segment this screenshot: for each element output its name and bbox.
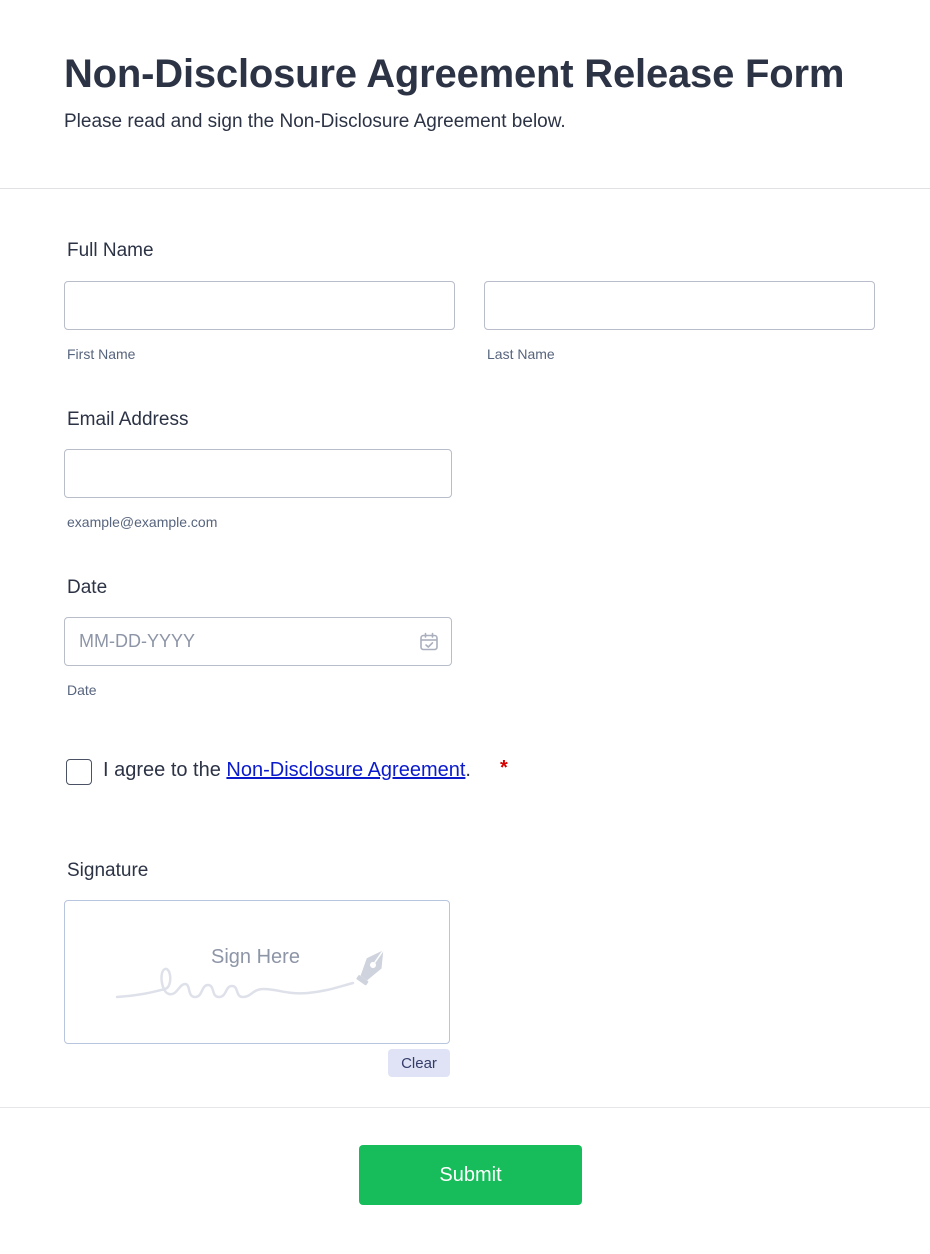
form-header: Non-Disclosure Agreement Release Form Pl…	[0, 0, 930, 189]
first-name-sublabel: First Name	[67, 346, 136, 362]
first-name-input[interactable]	[64, 281, 455, 330]
nda-link[interactable]: Non-Disclosure Agreement	[226, 759, 465, 781]
calendar-icon[interactable]	[418, 631, 440, 653]
pen-nib-icon	[356, 949, 384, 986]
submit-button[interactable]: Submit	[359, 1145, 582, 1205]
date-input[interactable]	[64, 617, 452, 666]
required-marker: *	[500, 757, 508, 779]
date-label: Date	[67, 577, 108, 598]
agree-label: I agree to the Non-Disclosure Agreement.	[103, 759, 471, 782]
agree-suffix: .	[465, 759, 471, 781]
email-input[interactable]	[64, 449, 452, 498]
last-name-sublabel: Last Name	[487, 346, 555, 362]
email-sublabel: example@example.com	[67, 514, 218, 530]
footer-divider	[0, 1107, 930, 1108]
email-label: Email Address	[67, 409, 189, 430]
signature-label: Signature	[67, 860, 149, 881]
agree-checkbox[interactable]	[66, 759, 92, 785]
date-sublabel: Date	[67, 682, 97, 698]
clear-signature-button[interactable]: Clear	[388, 1049, 450, 1077]
signature-pad[interactable]: Sign Here	[64, 900, 450, 1044]
page-subtitle: Please read and sign the Non-Disclosure …	[64, 111, 566, 132]
agree-prefix: I agree to the	[103, 759, 227, 781]
full-name-label: Full Name	[67, 240, 154, 261]
last-name-input[interactable]	[484, 281, 875, 330]
page-title: Non-Disclosure Agreement Release Form	[64, 52, 845, 96]
signature-hint: Sign Here	[211, 946, 300, 968]
